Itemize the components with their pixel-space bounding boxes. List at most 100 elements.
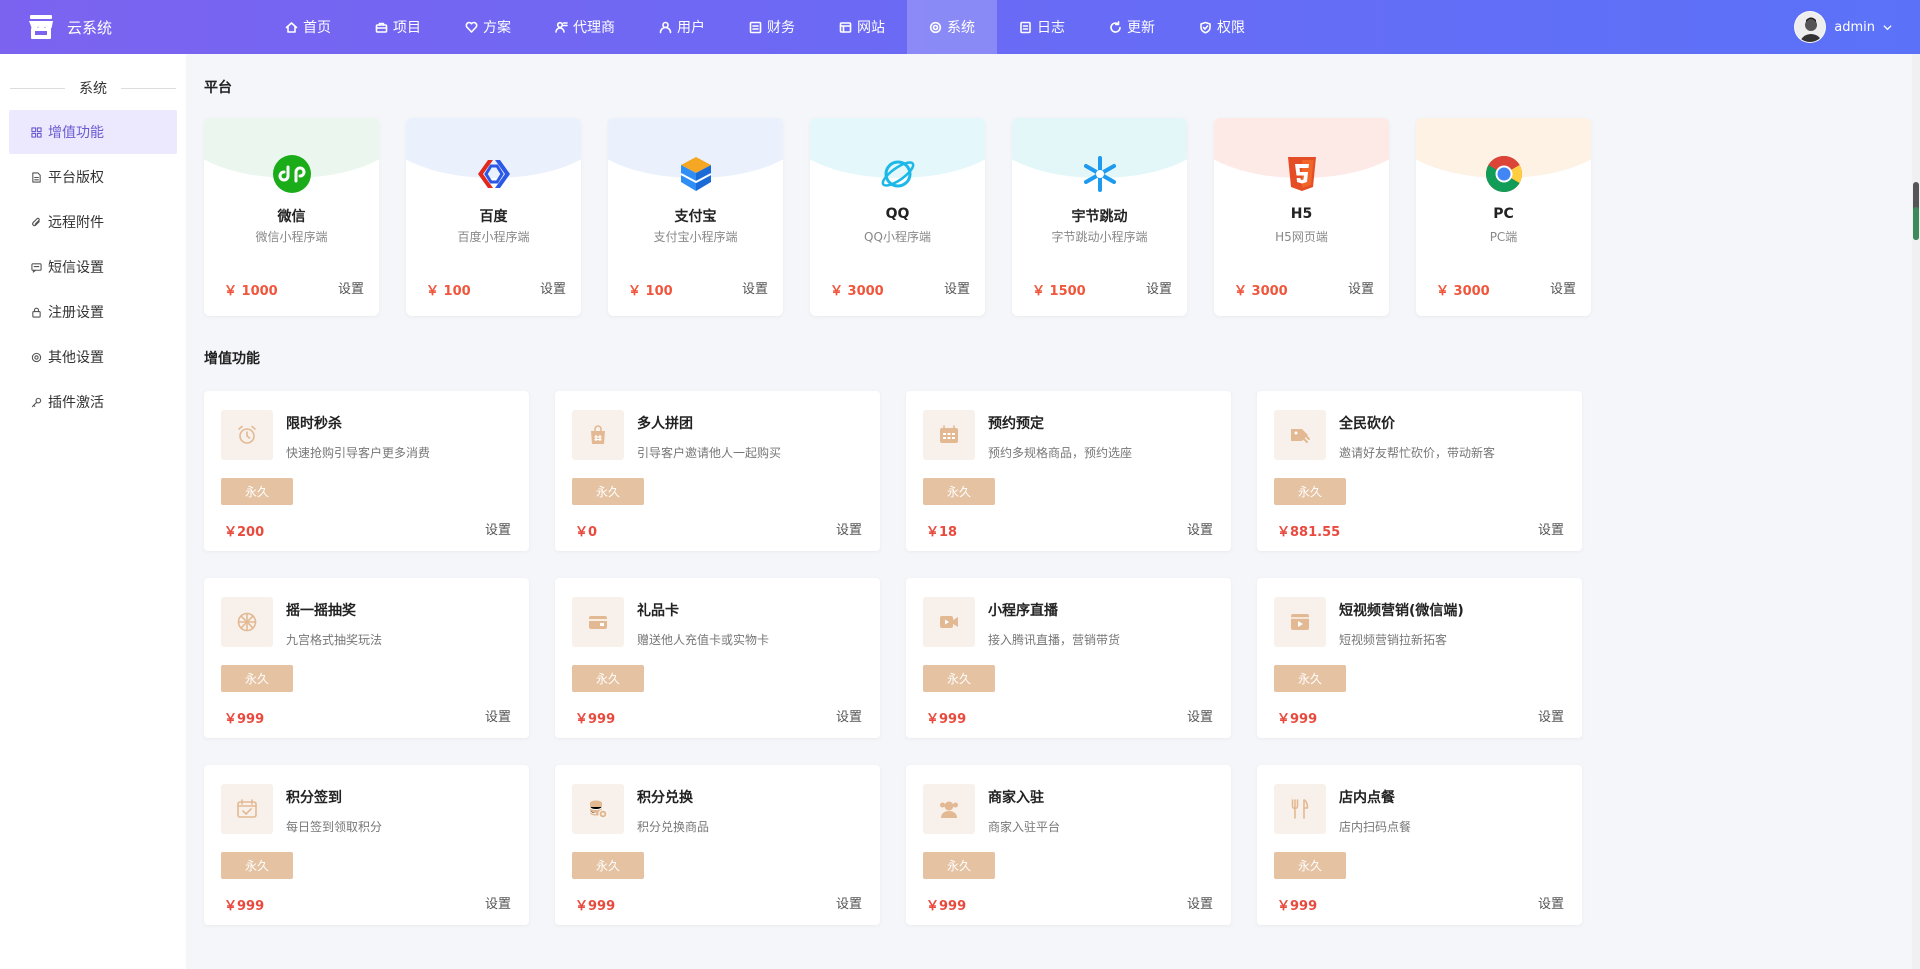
feature-price: ￥999 [1277, 712, 1318, 727]
platform-name: 微信 [277, 209, 306, 225]
feature-icon-tile [1274, 410, 1326, 460]
platform-settings-link[interactable]: 设置 [1146, 278, 1172, 297]
feature-icon-tile [923, 410, 975, 460]
sidebar-item-5[interactable]: 其他设置 [9, 335, 177, 379]
sidebar-item-1[interactable]: 平台版权 [9, 155, 177, 199]
grid-icon [31, 126, 42, 138]
permanent-badge: 永久 [1274, 852, 1346, 879]
feature-desc: 邀请好友帮忙砍价，带动新客 [1339, 446, 1496, 460]
feature-settings-link[interactable]: 设置 [485, 706, 511, 725]
platform-desc: QQ小程序端 [864, 230, 931, 244]
website-icon [839, 21, 852, 33]
platform-price: ￥ 100 [628, 284, 673, 299]
chevron-down-icon[interactable] [1883, 23, 1892, 32]
nav-item-label: 系统 [947, 20, 975, 36]
feature-settings-link[interactable]: 设置 [1187, 519, 1213, 538]
feature-settings-link[interactable]: 设置 [1187, 893, 1213, 912]
permanent-badge: 永久 [221, 478, 293, 505]
nav-item-7[interactable]: 系统 [907, 0, 997, 54]
nav-item-4[interactable]: 用户 [637, 0, 727, 54]
nav-item-1[interactable]: 项目 [353, 0, 443, 54]
feature-card: 多人拼团 引导客户邀请他人一起购买 永久 ￥0 设置 [555, 391, 880, 551]
feature-settings-link[interactable]: 设置 [1538, 706, 1564, 725]
user-menu[interactable]: admin [1794, 11, 1892, 43]
qq-icon [881, 160, 915, 188]
feature-card: 店内点餐 店内扫码点餐 永久 ￥999 设置 [1257, 765, 1582, 925]
feature-card: 商家入驻 商家入驻平台 永久 ￥999 设置 [906, 765, 1231, 925]
sidebar-item-0[interactable]: 增值功能 [9, 110, 177, 154]
feature-icon-tile [221, 784, 273, 834]
platform-desc: 字节跳动小程序端 [1051, 230, 1148, 244]
nav-item-8[interactable]: 日志 [997, 0, 1087, 54]
feature-settings-link[interactable]: 设置 [1538, 519, 1564, 538]
feature-settings-link[interactable]: 设置 [485, 519, 511, 538]
platform-settings-link[interactable]: 设置 [944, 278, 970, 297]
platform-settings-link[interactable]: 设置 [540, 278, 566, 297]
app-logo[interactable]: 云系统 [27, 13, 112, 41]
nav-item-9[interactable]: 更新 [1087, 0, 1177, 54]
feature-settings-link[interactable]: 设置 [485, 893, 511, 912]
feature-price: ￥200 [224, 525, 265, 540]
permanent-badge: 永久 [923, 665, 995, 692]
alipay-icon [680, 157, 712, 191]
nav-item-label: 代理商 [573, 20, 615, 36]
platform-settings-link[interactable]: 设置 [1348, 278, 1374, 297]
platform-settings-link[interactable]: 设置 [742, 278, 768, 297]
feature-settings-link[interactable]: 设置 [836, 706, 862, 725]
platform-card: 宇节跳动 字节跳动小程序端 ￥ 1500 设置 [1012, 118, 1187, 316]
briefcase-icon [375, 22, 388, 33]
user-name[interactable]: admin [1834, 20, 1875, 35]
feature-section-title: 增值功能 [204, 351, 260, 367]
feature-name: 多人拼团 [637, 416, 693, 432]
feature-icon-tile [221, 597, 273, 647]
feature-settings-link[interactable]: 设置 [1187, 706, 1213, 725]
chrome-icon [1486, 156, 1522, 192]
platform-settings-link[interactable]: 设置 [338, 278, 364, 297]
feature-icon-tile [572, 784, 624, 834]
feature-card: 小程序直播 接入腾讯直播，营销带货 永久 ￥999 设置 [906, 578, 1231, 738]
avatar[interactable] [1794, 11, 1827, 43]
feature-card: 限时秒杀 快速抢购引导客户更多消费 永久 ￥200 设置 [204, 391, 529, 551]
permanent-badge: 永久 [572, 478, 644, 505]
nav-item-3[interactable]: 代理商 [533, 0, 637, 54]
sidebar-item-6[interactable]: 插件激活 [9, 380, 177, 424]
feature-price: ￥999 [926, 712, 967, 727]
sidebar-item-2[interactable]: 远程附件 [9, 200, 177, 244]
feature-icon-tile [923, 784, 975, 834]
html5-icon [1288, 157, 1316, 191]
feature-desc: 商家入驻平台 [988, 820, 1061, 834]
nav-item-6[interactable]: 网站 [817, 0, 907, 54]
feature-desc: 快速抢购引导客户更多消费 [286, 446, 431, 460]
nav-item-5[interactable]: 财务 [727, 0, 817, 54]
nav-item-2[interactable]: 方案 [443, 0, 533, 54]
bytedance-icon [1084, 156, 1116, 192]
feature-settings-link[interactable]: 设置 [836, 519, 862, 538]
feature-card: 预约预定 预约多规格商品，预约选座 永久 ￥18 设置 [906, 391, 1231, 551]
message-icon [31, 262, 42, 273]
nav-item-0[interactable]: 首页 [263, 0, 353, 54]
feature-price: ￥999 [224, 899, 265, 914]
sidebar-item-3[interactable]: 短信设置 [9, 245, 177, 289]
platform-card: 百度 百度小程序端 ￥ 100 设置 [406, 118, 581, 316]
feature-price: ￥999 [1277, 899, 1318, 914]
feature-price: ￥999 [224, 712, 265, 727]
platform-card: H5 H5网页端 ￥ 3000 设置 [1214, 118, 1389, 316]
feature-desc: 预约多规格商品，预约选座 [988, 446, 1133, 460]
nav-item-label: 权限 [1217, 20, 1245, 36]
sidebar-item-4[interactable]: 注册设置 [9, 290, 177, 334]
platform-price: ￥ 3000 [830, 284, 884, 299]
wechat-miniprogram-icon [273, 155, 311, 193]
page-scrollbar[interactable] [1912, 54, 1920, 969]
feature-settings-link[interactable]: 设置 [1538, 893, 1564, 912]
feature-icon-tile [923, 597, 975, 647]
feature-name: 礼品卡 [637, 603, 679, 619]
feature-name: 短视频营销(微信端) [1339, 603, 1464, 619]
log-icon [1020, 21, 1031, 33]
home-icon [285, 21, 298, 33]
feature-settings-link[interactable]: 设置 [836, 893, 862, 912]
feature-price: ￥881.55 [1277, 525, 1341, 540]
nav-item-10[interactable]: 权限 [1177, 0, 1267, 54]
feature-price: ￥999 [926, 899, 967, 914]
feature-icon-tile [572, 410, 624, 460]
platform-settings-link[interactable]: 设置 [1550, 278, 1576, 297]
